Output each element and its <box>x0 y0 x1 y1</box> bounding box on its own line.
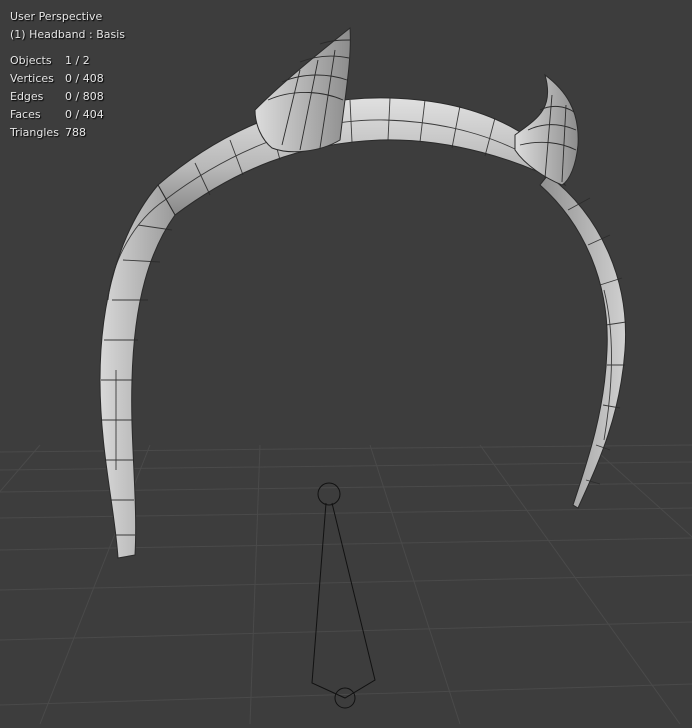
active-object-name: (1) Headband : Basis <box>10 28 126 41</box>
scene-statistics: Objects 1 / 2 Vertices 0 / 408 Edges 0 /… <box>10 52 104 142</box>
stat-value: 0 / 408 <box>65 72 104 85</box>
3d-viewport[interactable]: User Perspective (1) Headband : Basis Ob… <box>0 0 692 725</box>
stat-value: 0 / 404 <box>65 108 104 121</box>
camera-object[interactable] <box>311 482 376 709</box>
stat-row: Faces 0 / 404 <box>10 106 104 124</box>
stat-row: Objects 1 / 2 <box>10 52 104 70</box>
stat-row: Triangles 788 <box>10 124 104 142</box>
view-title: User Perspective <box>10 10 103 23</box>
stat-row: Vertices 0 / 408 <box>10 70 104 88</box>
floor-grid <box>0 444 692 725</box>
stat-value: 1 / 2 <box>65 54 90 67</box>
viewport-info-overlay: User Perspective (1) Headband : Basis Ob… <box>10 8 125 142</box>
stat-label: Edges <box>10 90 44 103</box>
stat-value: 0 / 808 <box>65 90 104 103</box>
stat-label: Faces <box>10 108 41 121</box>
headband-mesh[interactable] <box>99 27 627 559</box>
stat-label: Triangles <box>10 126 59 139</box>
stat-value: 788 <box>65 126 86 139</box>
stat-label: Objects <box>10 54 52 67</box>
stat-row: Edges 0 / 808 <box>10 88 104 106</box>
stat-label: Vertices <box>10 72 54 85</box>
